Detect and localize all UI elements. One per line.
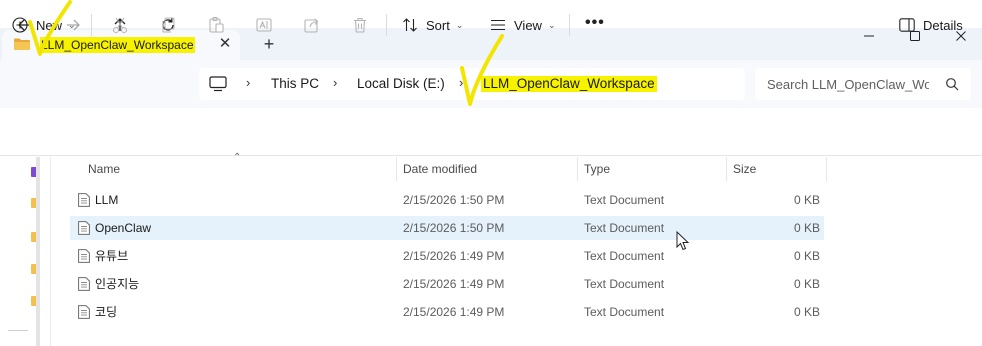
file-type: Text Document (584, 221, 665, 235)
text-document-icon (78, 249, 90, 263)
file-row[interactable]: OpenClaw 2/15/2026 1:50 PM Text Document 0 … (70, 216, 824, 240)
column-header-name[interactable]: Name (88, 157, 120, 181)
file-row[interactable]: LLM 2/15/2026 1:50 PM Text Document 0 KB (70, 188, 824, 212)
column-header-size[interactable]: Size (733, 157, 756, 181)
toolbar-divider (569, 14, 570, 36)
copy-button[interactable] (158, 15, 178, 35)
text-document-icon (78, 305, 90, 319)
file-row[interactable]: 인공지능 2/15/2026 1:49 PM Text Document 0 KB (70, 272, 824, 296)
search-box[interactable]: Search LLM_OpenClaw_Workspace (755, 68, 971, 100)
file-type: Text Document (584, 193, 665, 207)
navpane-divider (8, 330, 28, 331)
file-size: 0 KB (793, 305, 820, 319)
details-label: Details (923, 17, 963, 33)
search-input[interactable]: Search LLM_OpenClaw_Workspace (767, 77, 929, 92)
sort-direction-icon: ⌃ (233, 152, 242, 163)
pane-splitter[interactable] (50, 157, 51, 346)
trash-icon (354, 17, 366, 33)
view-button[interactable]: View ⌄ (490, 16, 556, 34)
delete-button[interactable] (350, 15, 370, 35)
toolbar-divider (91, 14, 92, 36)
command-bar (0, 108, 982, 156)
rename-icon (256, 18, 272, 32)
mouse-cursor-icon (676, 231, 690, 251)
file-date: 2/15/2026 1:49 PM (403, 249, 505, 263)
paste-button[interactable] (206, 15, 226, 35)
sort-button[interactable]: Sort ⌄ (402, 16, 463, 34)
tab-close-icon[interactable]: ✕ (216, 35, 234, 53)
breadcrumb-workspace[interactable]: LLM_OpenClaw_Workspace (481, 76, 657, 92)
breadcrumb-separator[interactable]: › (333, 75, 337, 91)
column-divider[interactable] (396, 157, 397, 181)
address-bar[interactable]: › This PC › Local Disk (E:) › LLM_OpenCl… (199, 68, 745, 100)
column-divider[interactable] (726, 157, 727, 181)
file-date: 2/15/2026 1:49 PM (403, 305, 505, 319)
file-size: 0 KB (793, 221, 820, 235)
file-type: Text Document (584, 305, 665, 319)
new-tab-button[interactable]: + (258, 34, 280, 56)
share-icon (304, 18, 319, 33)
file-date: 2/15/2026 1:49 PM (403, 277, 505, 291)
chevron-down-icon: ⌄ (68, 19, 76, 30)
new-button[interactable]: New ⌄ (12, 16, 76, 34)
sort-icon (403, 18, 417, 32)
file-name: 인공지능 (95, 277, 140, 291)
file-name: 유튜브 (95, 249, 129, 263)
chevron-down-icon: ⌄ (547, 19, 556, 30)
file-name: LLM (95, 193, 119, 207)
view-list-icon (491, 19, 505, 31)
breadcrumb-local-disk[interactable]: Local Disk (E:) (357, 76, 445, 92)
column-header-date[interactable]: Date modified (403, 157, 477, 181)
file-name: OpenClaw (95, 221, 152, 235)
view-label: View (514, 17, 542, 33)
text-document-icon (78, 277, 90, 291)
file-type: Text Document (584, 277, 665, 291)
file-row[interactable]: 코딩 2/15/2026 1:49 PM Text Document 0 KB (70, 300, 824, 324)
breadcrumb-this-pc[interactable]: This PC (271, 76, 319, 92)
search-icon (946, 78, 959, 91)
text-document-icon (78, 193, 90, 207)
navigation-pane[interactable] (0, 157, 50, 346)
more-options-button[interactable]: ••• (585, 14, 605, 32)
minimize-icon (864, 35, 874, 37)
navpane-scrollbar[interactable] (36, 157, 40, 346)
file-date: 2/15/2026 1:50 PM (403, 221, 505, 235)
file-size: 0 KB (793, 277, 820, 291)
file-name: 코딩 (95, 305, 118, 319)
new-label: New (36, 17, 63, 33)
copy-icon (162, 17, 175, 33)
clipboard-icon (209, 16, 224, 33)
breadcrumb-separator[interactable]: › (246, 75, 250, 91)
share-button[interactable] (302, 15, 322, 35)
cut-button[interactable] (110, 15, 130, 35)
file-size: 0 KB (793, 249, 820, 263)
scissors-icon (112, 17, 128, 34)
file-date: 2/15/2026 1:50 PM (403, 193, 505, 207)
column-divider[interactable] (826, 157, 827, 181)
rename-button[interactable] (254, 15, 274, 35)
toolbar-divider (386, 14, 387, 36)
breadcrumb-separator[interactable]: › (459, 75, 463, 91)
details-pane-button[interactable]: Details (899, 16, 963, 34)
file-type: Text Document (584, 249, 665, 263)
sort-label: Sort (426, 17, 450, 33)
chevron-down-icon: ⌄ (455, 19, 464, 30)
column-header-type[interactable]: Type (584, 157, 610, 181)
plus-circle-icon (12, 17, 28, 33)
file-row[interactable]: 유튜브 2/15/2026 1:49 PM Text Document 0 KB (70, 244, 824, 268)
minimize-button[interactable] (846, 28, 892, 44)
file-size: 0 KB (793, 193, 820, 207)
column-divider[interactable] (577, 157, 578, 181)
text-document-icon (78, 221, 90, 235)
computer-icon (209, 76, 227, 92)
details-pane-icon (899, 18, 915, 32)
